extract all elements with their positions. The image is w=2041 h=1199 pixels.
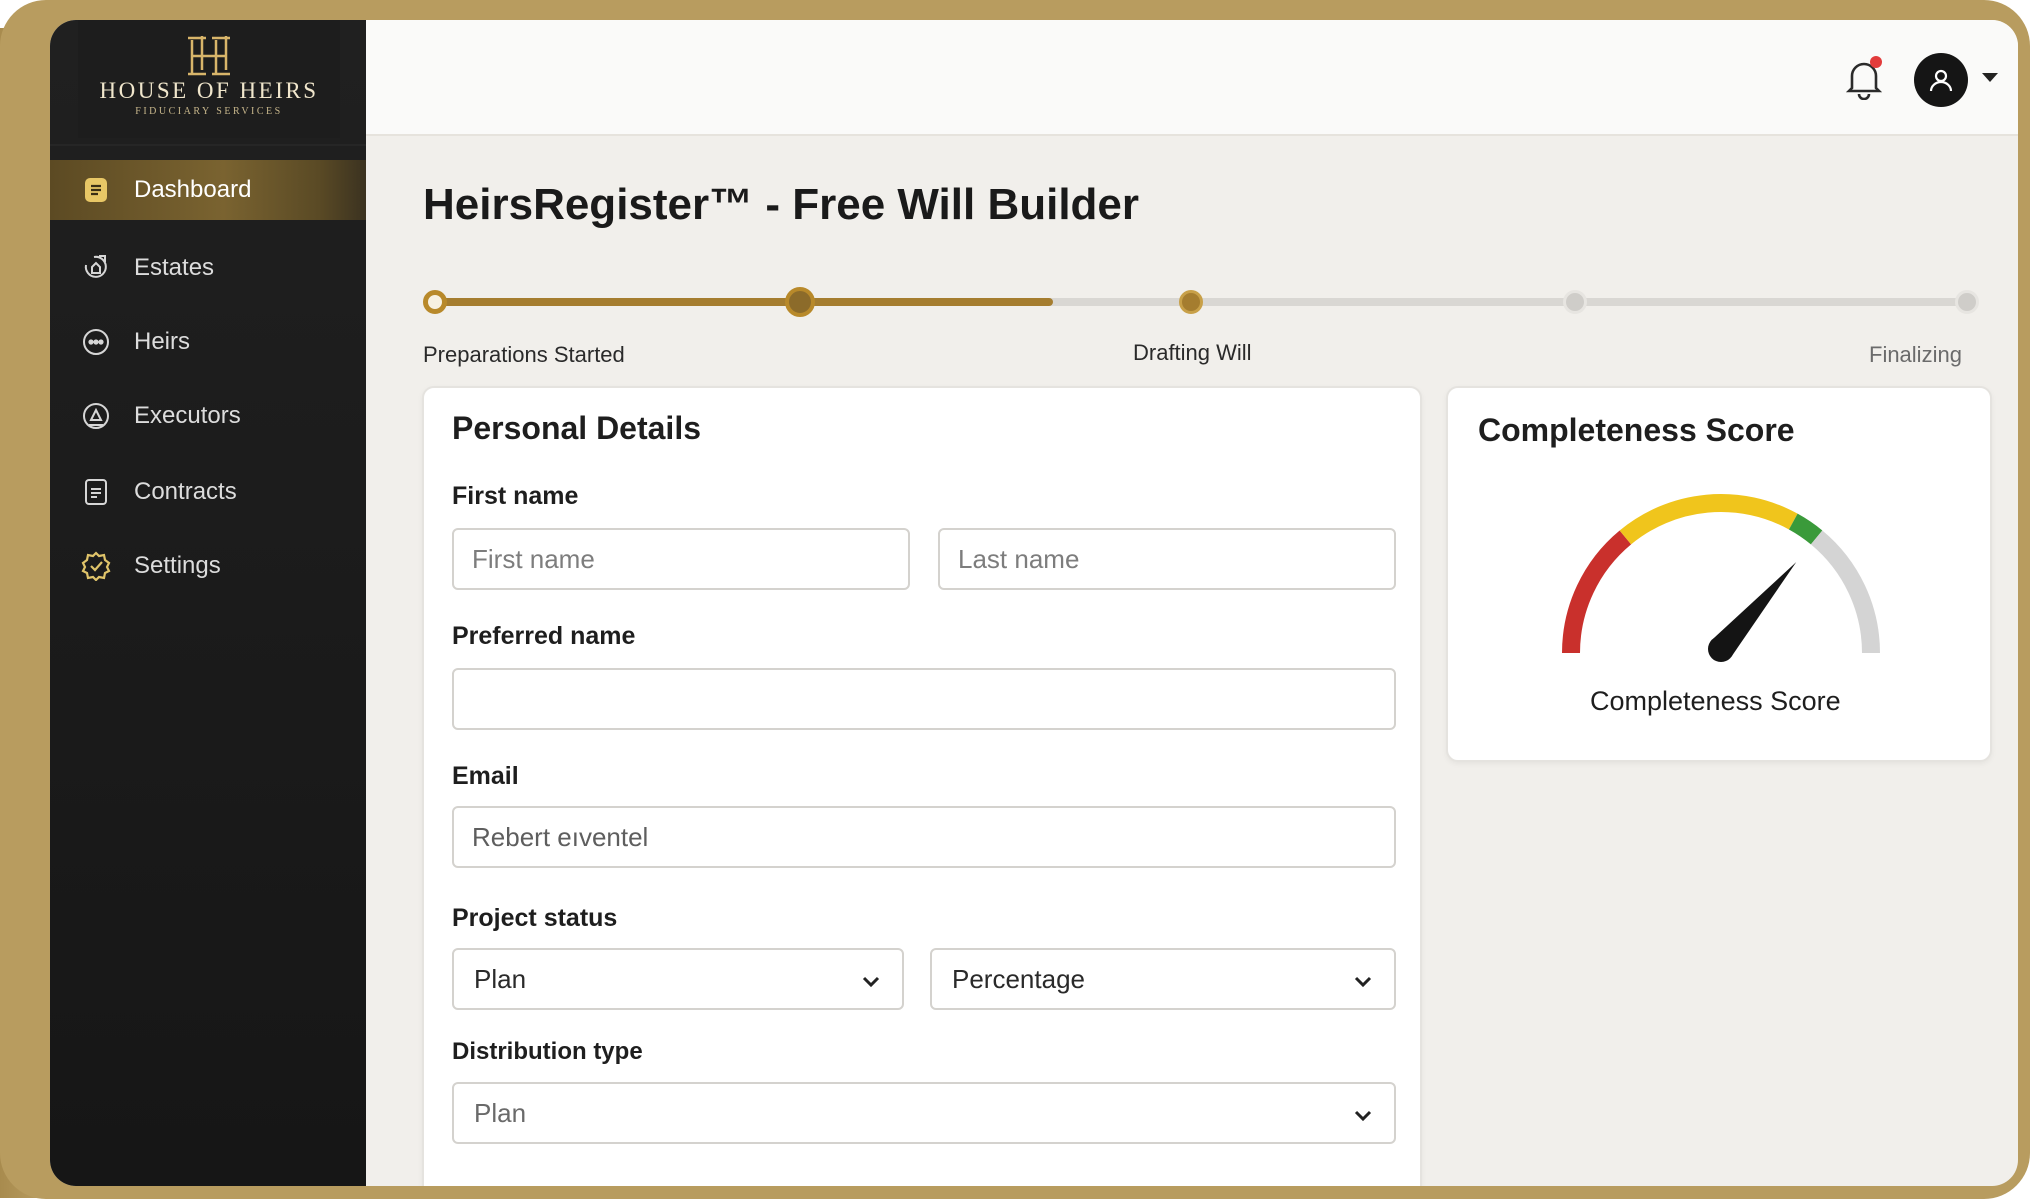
executors-icon (80, 400, 112, 432)
sidebar-item-label: Settings (134, 552, 221, 579)
gauge-segment-green (1788, 513, 1823, 545)
gauge-needle-hub (1708, 636, 1734, 662)
step-node-pending[interactable] (1563, 290, 1587, 314)
step-label-finalizing: Finalizing (1869, 342, 1962, 367)
contracts-icon (80, 476, 112, 508)
step-label-preparations: Preparations Started (423, 342, 625, 367)
project-status-select[interactable]: Plan (452, 948, 904, 1010)
sidebar: HOUSE OF HEIRS FIDUCIARY SERVICES Dashbo… (50, 20, 366, 1186)
sidebar-item-label: Heirs (134, 328, 191, 355)
project-status-value: Plan (474, 963, 527, 994)
brand-title: HOUSE OF HEIRS (99, 78, 319, 103)
gauge-segment-red (1562, 530, 1632, 654)
app-window: HOUSE OF HEIRS FIDUCIARY SERVICES Dashbo… (50, 20, 2018, 1186)
preferred-name-input[interactable] (452, 668, 1396, 730)
sidebar-item-estates[interactable]: Estates (50, 238, 366, 298)
step-node-drafting[interactable] (1179, 290, 1203, 314)
notification-badge (1870, 56, 1882, 68)
chevron-down-icon (1354, 1110, 1372, 1122)
sidebar-nav: Dashboard Estates Heirs Executors Contra… (50, 160, 366, 636)
progress-stepper: Preparations Started Drafting Will Final… (423, 282, 2013, 367)
first-name-label: First name (452, 482, 579, 510)
step-node-intermediate[interactable] (785, 287, 815, 317)
project-status-unit-select[interactable]: Percentage (930, 948, 1396, 1010)
sidebar-item-label: Dashboard (134, 176, 252, 203)
distribution-type-label: Distribution type (452, 1038, 643, 1065)
sidebar-item-label: Executors (134, 402, 241, 429)
gauge-needle (1708, 562, 1797, 662)
top-bar (366, 20, 2018, 136)
sidebar-item-label: Estates (134, 254, 215, 281)
notifications-button[interactable] (1844, 56, 1884, 101)
email-label: Email (452, 762, 519, 790)
sidebar-item-label: Contracts (134, 478, 237, 505)
progress-track-fill (437, 298, 1053, 306)
gauge-segment-yellow (1619, 494, 1798, 545)
distribution-type-select[interactable]: Plan (452, 1082, 1396, 1144)
chevron-down-icon (862, 976, 880, 988)
brand-subtitle: FIDUCIARY SERVICES (135, 106, 283, 117)
house-of-heirs-monogram-icon (188, 36, 230, 76)
estates-icon (80, 252, 112, 284)
dashboard-icon (80, 174, 112, 206)
page-title: HeirsRegister™ - Free Will Builder (423, 180, 1140, 229)
first-name-input[interactable] (452, 528, 910, 590)
user-menu-caret-icon[interactable] (1982, 73, 1998, 82)
email-input[interactable] (452, 806, 1396, 868)
brand-logo[interactable]: HOUSE OF HEIRS FIDUCIARY SERVICES (78, 20, 340, 138)
project-status-unit-value: Percentage (952, 963, 1085, 994)
sidebar-item-heirs[interactable]: Heirs (50, 312, 366, 372)
completeness-gauge (1562, 494, 1880, 662)
sidebar-item-executors[interactable]: Executors (50, 386, 366, 446)
user-icon (1929, 69, 1953, 92)
step-node-preparations[interactable] (423, 290, 447, 314)
distribution-type-value: Plan (474, 1097, 527, 1128)
sidebar-divider (50, 144, 366, 146)
preferred-name-label: Preferred name (452, 622, 636, 650)
personal-details-card: Personal Details First name Preferred na… (422, 386, 1422, 1186)
settings-icon (80, 550, 112, 582)
sidebar-item-dashboard[interactable]: Dashboard (50, 160, 366, 220)
last-name-input[interactable] (938, 528, 1396, 590)
project-status-label: Project status (452, 904, 618, 932)
step-label-drafting: Drafting Will (1133, 340, 1252, 365)
user-avatar-button[interactable] (1914, 53, 1968, 107)
heirs-icon (80, 326, 112, 358)
gauge-segment-gray (1810, 530, 1880, 654)
personal-details-title: Personal Details (452, 410, 701, 446)
sidebar-item-settings[interactable]: Settings (50, 536, 366, 596)
sidebar-item-contracts[interactable]: Contracts (50, 462, 366, 522)
completeness-score-title: Completeness Score (1478, 412, 1795, 448)
step-node-finalizing[interactable] (1955, 290, 1979, 314)
gauge-label: Completeness Score (1590, 686, 1841, 716)
completeness-score-card: Completeness Score Completeness Score (1446, 386, 1992, 762)
chevron-down-icon (1354, 976, 1372, 988)
